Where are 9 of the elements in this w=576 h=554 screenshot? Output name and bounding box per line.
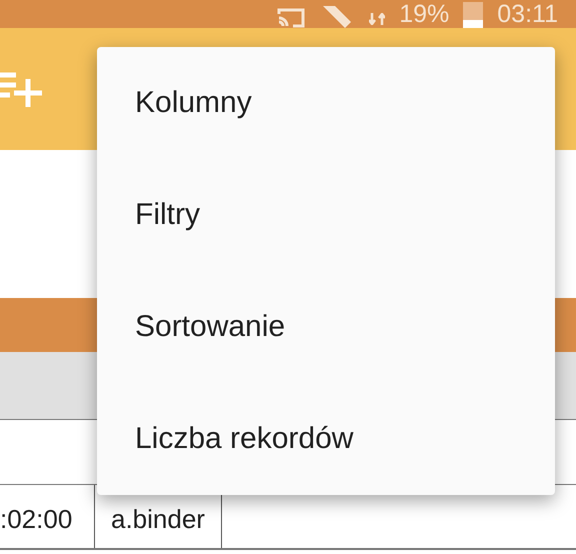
menu-item[interactable]: Kolumny (97, 47, 555, 159)
clock: 03:11 (497, 1, 558, 27)
menu-item[interactable]: Sortowanie (97, 271, 555, 383)
battery-percent: 19% (399, 1, 450, 27)
cast-icon (277, 8, 308, 28)
menu-item[interactable]: Filtry (97, 159, 555, 271)
data-arrows-icon (369, 13, 386, 25)
battery-icon (463, 2, 484, 28)
table-cell: :02:00 (0, 485, 95, 548)
